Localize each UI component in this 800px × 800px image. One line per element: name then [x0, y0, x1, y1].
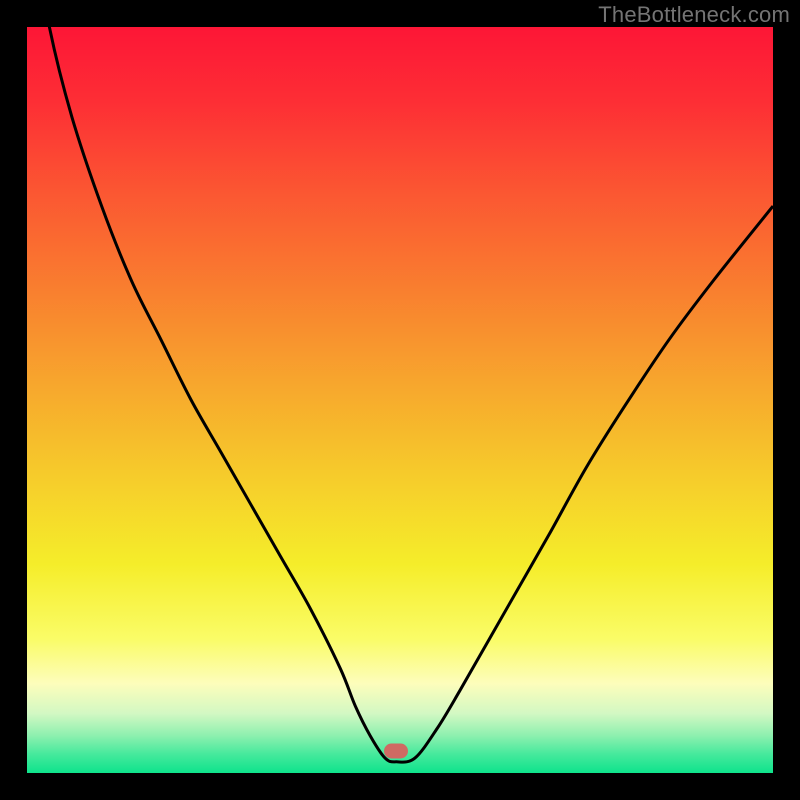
- bottleneck-curve: [27, 27, 773, 773]
- watermark-text: TheBottleneck.com: [598, 2, 790, 28]
- chart-frame: TheBottleneck.com: [0, 0, 800, 800]
- plot-area: [27, 27, 773, 773]
- optimal-marker: [384, 744, 408, 759]
